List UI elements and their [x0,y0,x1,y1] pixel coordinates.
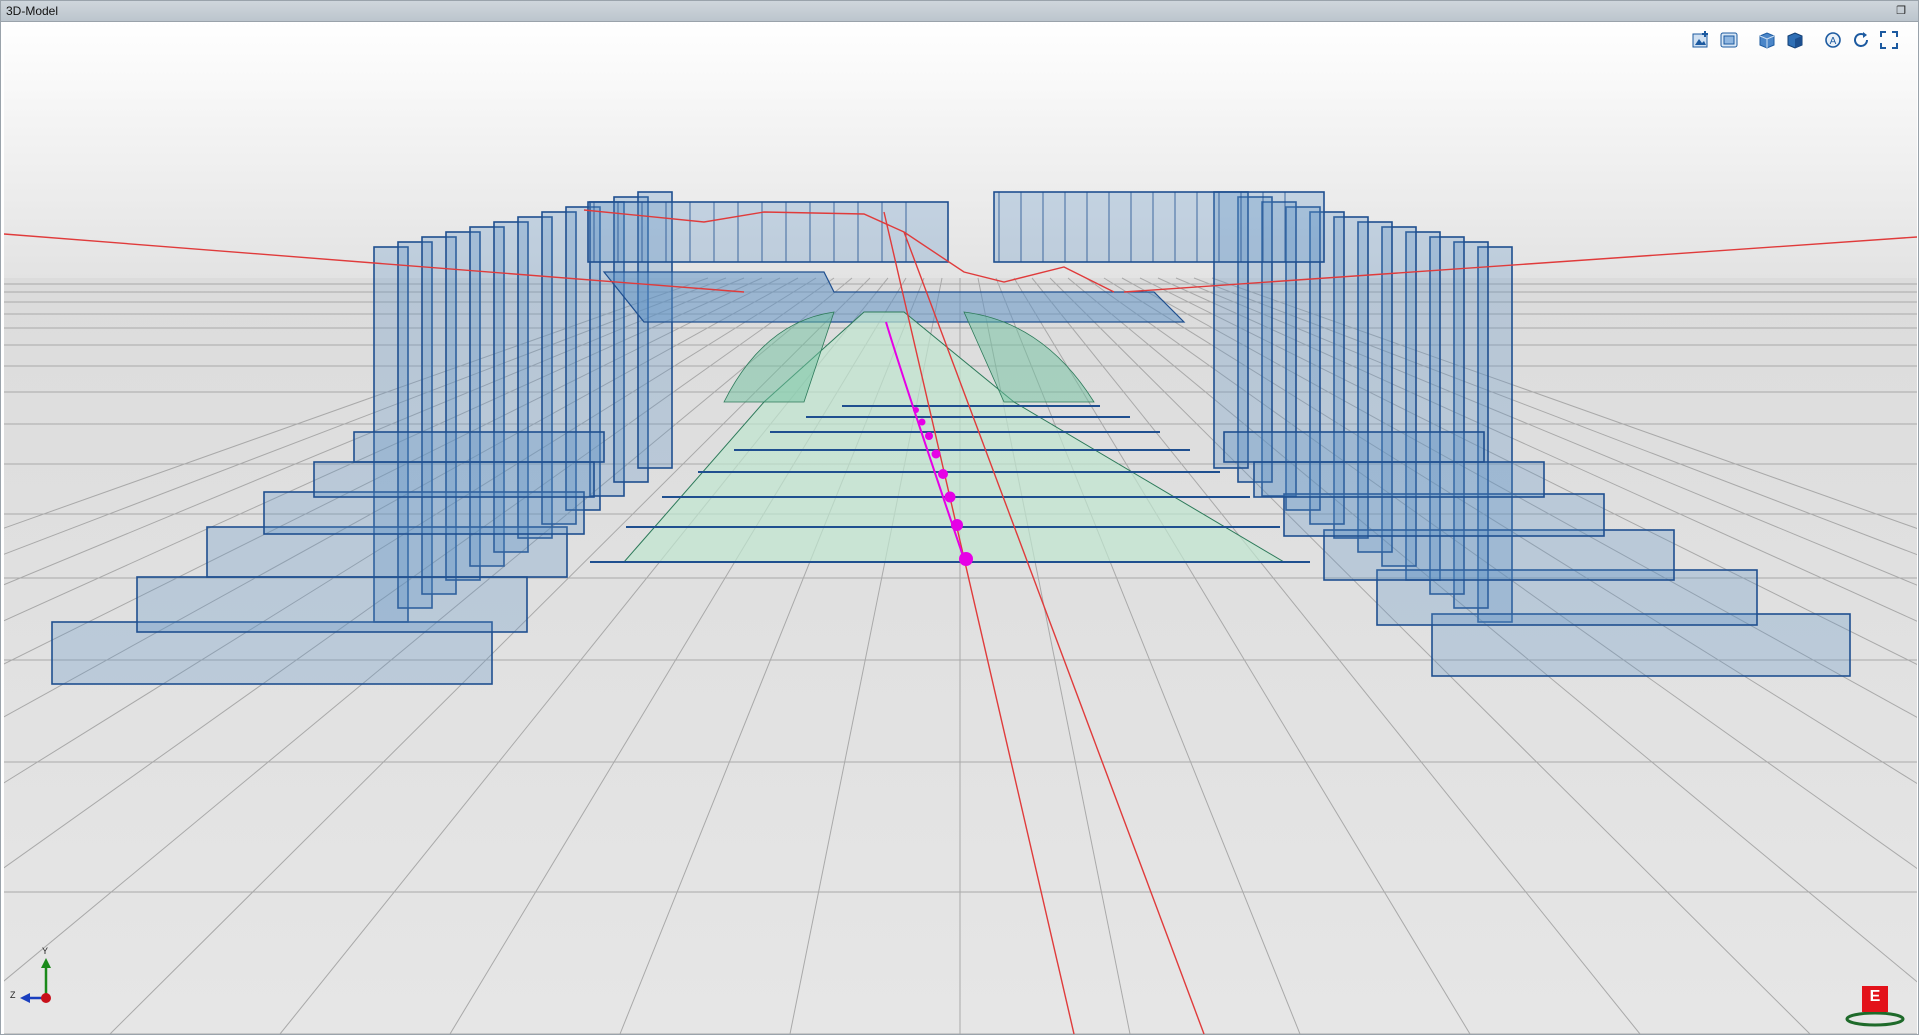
model-window: 3D-Model ❐ A Y Z E [0,0,1919,1035]
station-marker [925,432,933,440]
footing-block [313,461,595,498]
footing-block [1323,529,1675,581]
footing-block [353,431,605,463]
restore-window-button[interactable]: ❐ [1894,4,1908,18]
footing-block [1283,493,1605,537]
station-marker [918,418,926,426]
station-marker [913,407,919,413]
solid-box-icon[interactable] [1755,28,1779,52]
refresh-icon[interactable] [1849,28,1873,52]
far-wall [993,191,1325,263]
station-marker [938,469,948,479]
3d-viewport[interactable]: A Y Z E [4,22,1917,1034]
axis-triad: Y Z [10,946,72,1012]
badge-letter: E [1869,988,1881,1005]
station-marker [931,449,941,459]
shaded-box-icon[interactable] [1783,28,1807,52]
fullscreen-icon[interactable] [1877,28,1901,52]
orientation-badge[interactable]: E [1843,984,1907,1028]
axis-z-label: Z [10,990,16,1000]
auto-rotate-icon[interactable]: A [1821,28,1845,52]
footing-block [136,576,528,633]
add-view-icon[interactable] [1689,28,1713,52]
station-marker [951,519,963,531]
title-bar: 3D-Model ❐ [1,1,1918,22]
footing-block [263,491,585,535]
footing-block [1223,431,1485,463]
footing-block [1253,461,1545,498]
scene-canvas[interactable] [4,22,1917,1034]
view-toolbar: A [1689,28,1901,54]
window-title: 3D-Model [6,4,59,18]
view-frame-icon[interactable] [1717,28,1741,52]
station-marker [944,491,956,503]
svg-text:A: A [1830,36,1837,47]
axis-y-label: Y [42,946,49,956]
station-marker [959,552,973,566]
